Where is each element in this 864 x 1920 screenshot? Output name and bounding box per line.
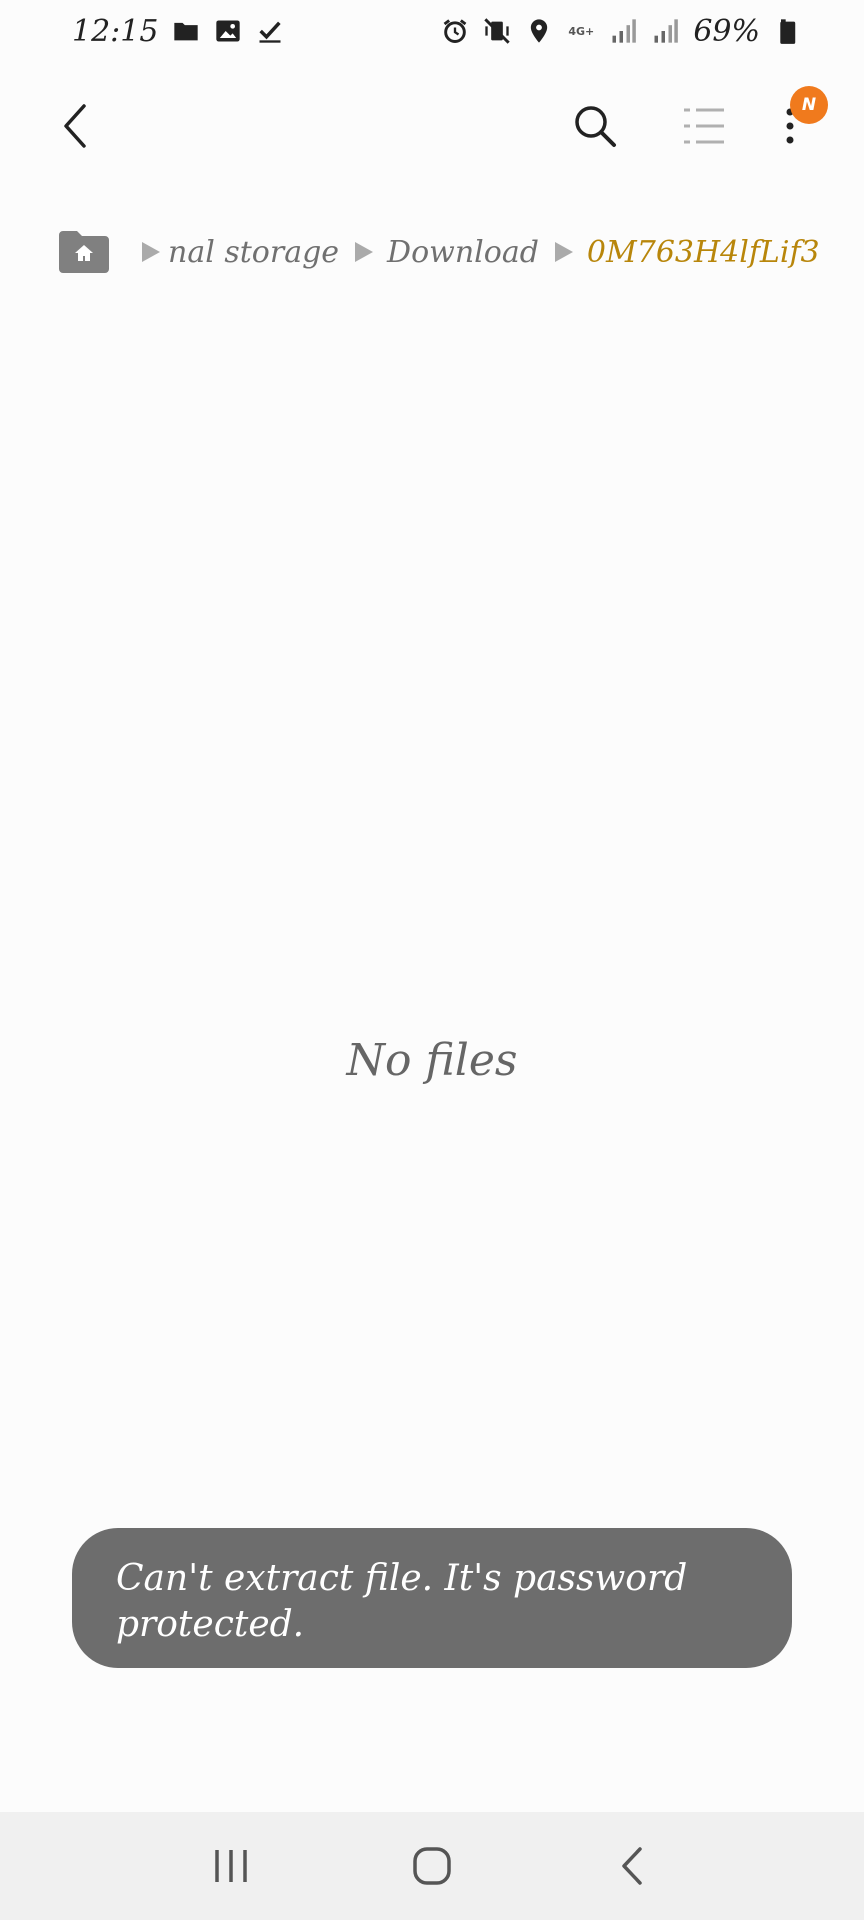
notification-badge: N: [790, 86, 828, 124]
chevron-right-icon: [551, 240, 575, 264]
battery-percent: 69%: [693, 13, 760, 49]
search-icon: [575, 106, 616, 147]
location-icon: [525, 17, 553, 45]
breadcrumb-home[interactable]: [56, 229, 112, 275]
back-icon: [622, 1847, 643, 1885]
back-button[interactable]: [46, 96, 106, 156]
list-view-button[interactable]: [674, 96, 734, 156]
network-4g-icon: 4G+: [567, 17, 595, 45]
alarm-icon: [441, 17, 469, 45]
breadcrumb-item[interactable]: nal storage: [126, 235, 339, 270]
vibrate-mute-icon: [483, 17, 511, 45]
home-button[interactable]: [392, 1826, 472, 1906]
network-label: 4G+: [568, 24, 595, 38]
status-left: 12:15: [72, 14, 284, 49]
status-bar: 12:15 4G+ 69%: [0, 0, 864, 62]
status-time: 12:15: [72, 13, 159, 49]
chevron-right-icon: [138, 240, 162, 264]
status-right: 4G+ 69%: [441, 14, 802, 49]
image-icon: [214, 17, 242, 45]
back-icon: [64, 104, 86, 148]
folder-icon: [172, 17, 200, 45]
breadcrumb: nal storage Download 0M763H4lfLif3: [56, 226, 864, 278]
recent-apps-button[interactable]: [191, 1826, 271, 1906]
toast-message: Can't extract file. It's password protec…: [72, 1528, 792, 1668]
list-view-icon: [684, 108, 724, 144]
chevron-right-icon: [351, 240, 375, 264]
file-manager-screen: 12:15 4G+ 69% N nal storage Download 0M7…: [0, 0, 864, 1920]
breadcrumb-label: nal storage: [168, 234, 340, 270]
breadcrumb-item-download[interactable]: Download: [387, 235, 539, 270]
home-folder-icon: [59, 231, 109, 273]
signal-icon: [651, 17, 679, 45]
battery-icon: [774, 17, 802, 45]
search-button[interactable]: [565, 96, 625, 156]
empty-state-message: No files: [346, 1035, 518, 1086]
app-bar: [0, 84, 864, 168]
nav-back-button[interactable]: [593, 1826, 673, 1906]
check-icon: [256, 17, 284, 45]
navigation-bar: [0, 1812, 864, 1920]
signal-icon: [609, 17, 637, 45]
home-icon: [413, 1847, 451, 1885]
breadcrumb-item-current[interactable]: 0M763H4lfLif3: [587, 235, 820, 270]
recent-apps-icon: [214, 1850, 247, 1882]
